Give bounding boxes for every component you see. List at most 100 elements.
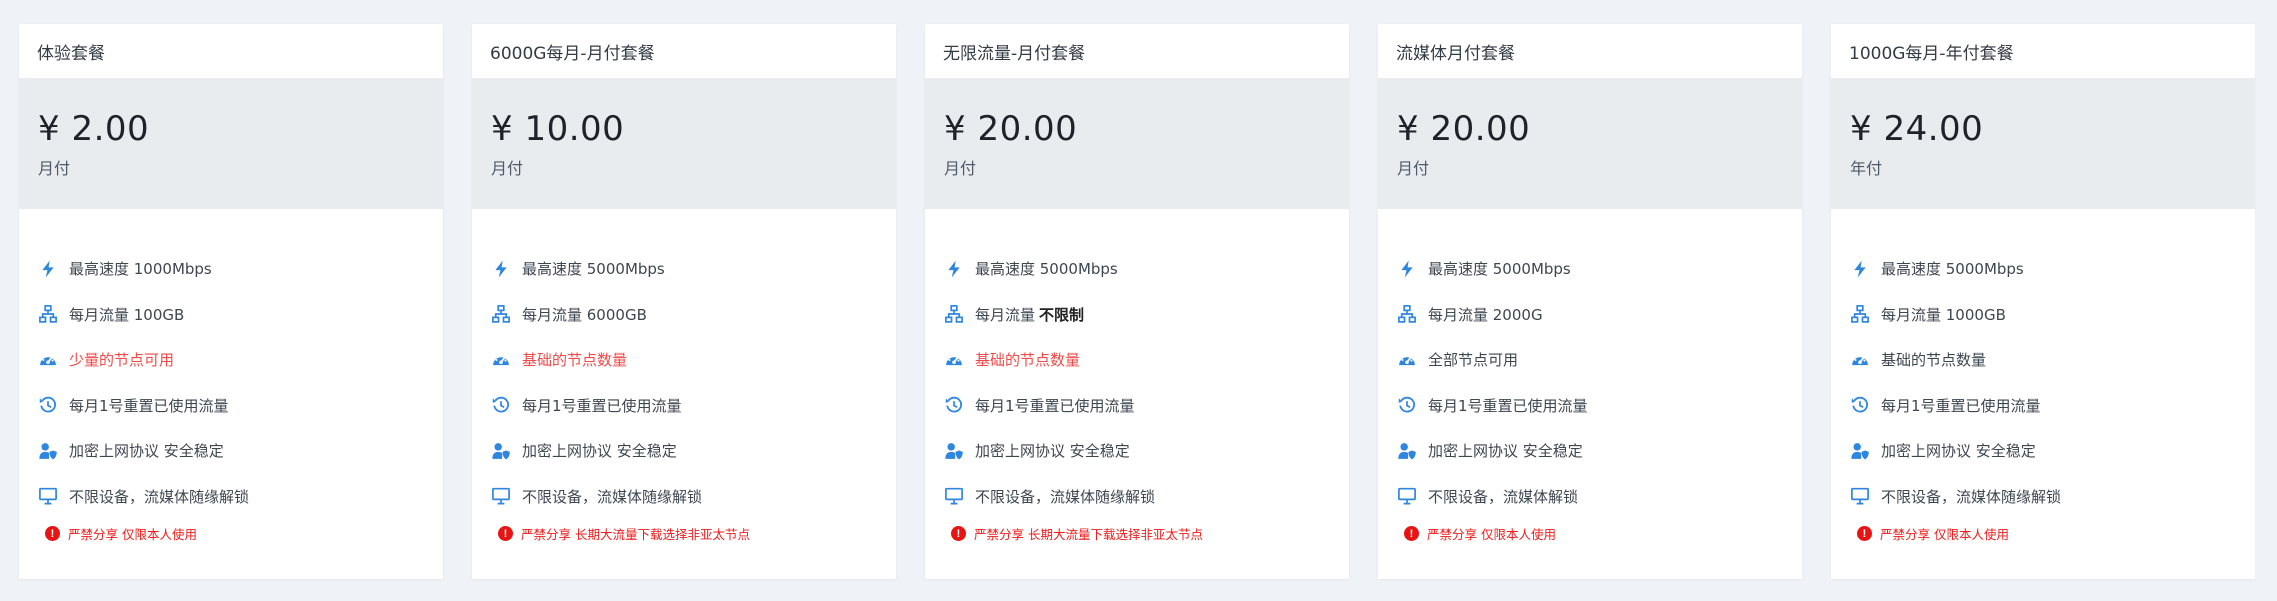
feature-reset-label: 每月1号重置已使用流量 (522, 396, 682, 415)
plan-price: ¥ 2.00 (38, 109, 150, 149)
feature-speed: 最高速度 5000Mbps (490, 246, 880, 292)
gauge-icon (490, 349, 512, 371)
feature-reset-label: 每月1号重置已使用流量 (975, 396, 1135, 415)
warning-notice-text: 严禁分享 长期大流量下载选择非亚太节点 (521, 527, 750, 542)
gauge-icon (943, 349, 965, 371)
feature-reset: 每月1号重置已使用流量 (37, 383, 427, 429)
warning-notice: ! 严禁分享 仅限本人使用 (45, 524, 197, 543)
exclamation-icon: ! (951, 526, 966, 541)
user-shield-icon (37, 440, 59, 462)
monitor-icon (943, 485, 965, 507)
user-shield-icon (1849, 440, 1871, 462)
feature-devices: 不限设备，流媒体随缘解锁 (1849, 474, 2239, 520)
plan-card[interactable]: 无限流量-月付套餐 ¥ 20.00 月付 最高速度 5000Mbps 每月流量 … (925, 24, 1349, 579)
plan-card[interactable]: 6000G每月-月付套餐 ¥ 10.00 月付 最高速度 5000Mbps 每月… (472, 24, 896, 579)
feature-devices-label: 不限设备，流媒体随缘解锁 (522, 487, 703, 506)
feature-reset-label: 每月1号重置已使用流量 (1881, 396, 2041, 415)
feature-list: 最高速度 1000Mbps 每月流量 100GB 少量的节点可用 每月1号重置已… (37, 246, 427, 519)
feature-nodes-label: 全部节点可用 (1428, 351, 1519, 370)
feature-reset: 每月1号重置已使用流量 (943, 383, 1333, 429)
exclamation-icon: ! (1404, 526, 1419, 541)
feature-devices-label: 不限设备，流媒体随缘解锁 (975, 487, 1156, 506)
monitor-icon (1396, 485, 1418, 507)
feature-devices: 不限设备，流媒体随缘解锁 (490, 474, 880, 520)
feature-traffic: 每月流量 不限制 (943, 292, 1333, 338)
plan-card[interactable]: 体验套餐 ¥ 2.00 月付 最高速度 1000Mbps 每月流量 100GB … (19, 24, 443, 579)
plan-title: 无限流量-月付套餐 (925, 24, 1349, 79)
feature-list: 最高速度 5000Mbps 每月流量 不限制 基础的节点数量 每月1号重置已使用… (943, 246, 1333, 519)
history-icon (37, 394, 59, 416)
warning-notice: ! 严禁分享 仅限本人使用 (1857, 524, 2009, 543)
monitor-icon (37, 485, 59, 507)
lightning-icon (1396, 258, 1418, 280)
history-icon (1849, 394, 1871, 416)
feature-reset-label: 每月1号重置已使用流量 (69, 396, 229, 415)
feature-protocol-label: 加密上网协议 安全稳定 (975, 442, 1130, 461)
monitor-icon (1849, 485, 1871, 507)
feature-traffic: 每月流量 6000GB (490, 292, 880, 338)
plan-price: ¥ 10.00 (491, 109, 625, 149)
feature-protocol: 加密上网协议 安全稳定 (490, 428, 880, 474)
gauge-icon (1396, 349, 1418, 371)
feature-speed: 最高速度 5000Mbps (1396, 246, 1786, 292)
feature-list: 最高速度 5000Mbps 每月流量 2000G 全部节点可用 每月1号重置已使… (1396, 246, 1786, 519)
network-icon (37, 303, 59, 325)
monitor-icon (490, 485, 512, 507)
feature-speed: 最高速度 5000Mbps (1849, 246, 2239, 292)
feature-nodes-label: 少量的节点可用 (69, 351, 175, 370)
warning-notice-text: 严禁分享 仅限本人使用 (1427, 527, 1556, 542)
plan-card[interactable]: 流媒体月付套餐 ¥ 20.00 月付 最高速度 5000Mbps 每月流量 20… (1378, 24, 1802, 579)
feature-traffic-label: 每月流量 2000G (1428, 305, 1543, 324)
lightning-icon (1849, 258, 1871, 280)
feature-speed-label: 最高速度 1000Mbps (69, 260, 212, 279)
feature-speed: 最高速度 1000Mbps (37, 246, 427, 292)
feature-protocol: 加密上网协议 安全稳定 (1396, 428, 1786, 474)
feature-traffic-strong: 不限制 (1039, 305, 1085, 324)
network-icon (490, 303, 512, 325)
network-icon (1396, 303, 1418, 325)
feature-traffic: 每月流量 1000GB (1849, 292, 2239, 338)
network-icon (943, 303, 965, 325)
user-shield-icon (490, 440, 512, 462)
lightning-icon (37, 258, 59, 280)
feature-devices-label: 不限设备，流媒体解锁 (1428, 487, 1579, 506)
feature-nodes: 全部节点可用 (1396, 337, 1786, 383)
warning-notice-text: 严禁分享 长期大流量下载选择非亚太节点 (974, 527, 1203, 542)
feature-reset: 每月1号重置已使用流量 (1849, 383, 2239, 429)
feature-traffic-label: 每月流量 (975, 305, 1036, 324)
feature-protocol-label: 加密上网协议 安全稳定 (1428, 442, 1583, 461)
plan-title: 体验套餐 (19, 24, 443, 79)
plan-price: ¥ 20.00 (944, 109, 1078, 149)
warning-notice-text: 严禁分享 仅限本人使用 (1880, 527, 2009, 542)
user-shield-icon (943, 440, 965, 462)
feature-protocol: 加密上网协议 安全稳定 (1849, 428, 2239, 474)
price-block: ¥ 2.00 月付 (19, 79, 443, 209)
feature-nodes: 基础的节点数量 (490, 337, 880, 383)
feature-devices: 不限设备，流媒体随缘解锁 (37, 474, 427, 520)
exclamation-icon: ! (45, 526, 60, 541)
history-icon (1396, 394, 1418, 416)
warning-notice: ! 严禁分享 长期大流量下载选择非亚太节点 (951, 524, 1203, 543)
feature-nodes: 基础的节点数量 (1849, 337, 2239, 383)
plan-price: ¥ 24.00 (1850, 109, 1984, 149)
plan-period: 月付 (944, 159, 977, 178)
feature-traffic-label: 每月流量 100GB (69, 305, 185, 324)
feature-reset: 每月1号重置已使用流量 (1396, 383, 1786, 429)
feature-traffic: 每月流量 100GB (37, 292, 427, 338)
warning-notice-text: 严禁分享 仅限本人使用 (68, 527, 197, 542)
feature-nodes: 基础的节点数量 (943, 337, 1333, 383)
feature-list: 最高速度 5000Mbps 每月流量 6000GB 基础的节点数量 每月1号重置… (490, 246, 880, 519)
warning-notice: ! 严禁分享 仅限本人使用 (1404, 524, 1556, 543)
feature-devices: 不限设备，流媒体随缘解锁 (943, 474, 1333, 520)
user-shield-icon (1396, 440, 1418, 462)
feature-protocol: 加密上网协议 安全稳定 (37, 428, 427, 474)
feature-protocol-label: 加密上网协议 安全稳定 (69, 442, 224, 461)
feature-traffic-label: 每月流量 1000GB (1881, 305, 2006, 324)
feature-speed-label: 最高速度 5000Mbps (1428, 260, 1571, 279)
exclamation-icon: ! (1857, 526, 1872, 541)
price-block: ¥ 24.00 年付 (1831, 79, 2255, 209)
plan-card[interactable]: 1000G每月-年付套餐 ¥ 24.00 年付 最高速度 5000Mbps 每月… (1831, 24, 2255, 579)
exclamation-icon: ! (498, 526, 513, 541)
feature-devices-label: 不限设备，流媒体随缘解锁 (69, 487, 250, 506)
history-icon (490, 394, 512, 416)
